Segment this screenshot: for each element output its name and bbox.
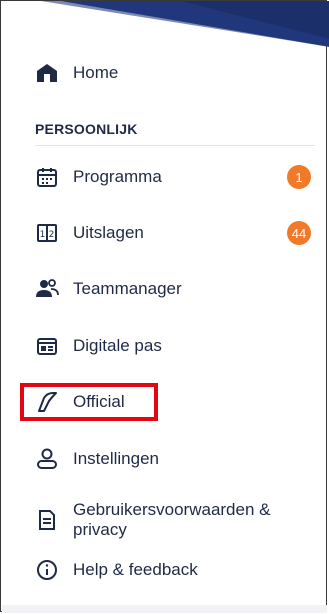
svg-text:1: 1 — [40, 230, 46, 240]
nav-item-label: Programma — [73, 167, 162, 186]
nav-item-label: Gebruikersvoorwaarden & privacy — [73, 500, 271, 539]
nav-item-help-feedback[interactable]: Help & feedback — [35, 550, 325, 590]
highlight-box — [20, 383, 158, 421]
calendar-icon — [35, 165, 59, 189]
nav-item-teammanager[interactable]: Teammanager — [35, 269, 325, 309]
nav-item-label: Home — [73, 63, 119, 82]
navigation-drawer: Home PERSOONLIJK Programma 1 1 2 Uitslag… — [0, 0, 329, 613]
info-icon — [35, 558, 59, 582]
nav-item-label: Instellingen — [73, 449, 160, 468]
count-badge: 1 — [287, 165, 311, 189]
bottom-strip — [2, 605, 327, 613]
nav-item-terms-privacy[interactable]: Gebruikersvoorwaarden & privacy — [35, 493, 325, 547]
count-badge: 44 — [287, 221, 311, 245]
section-divider — [35, 145, 315, 146]
team-icon — [35, 277, 59, 301]
nav-item-label: Help & feedback — [73, 560, 198, 579]
nav-item-label: Uitslagen — [73, 223, 144, 242]
header-banner — [41, 1, 329, 47]
nav-item-instellingen[interactable]: Instellingen — [35, 439, 325, 479]
scoreboard-icon: 1 2 — [35, 221, 59, 245]
nav-item-label: Teammanager — [73, 279, 182, 298]
home-icon — [35, 61, 59, 85]
section-title: PERSOONLIJK — [35, 121, 138, 137]
id-card-icon — [35, 334, 59, 358]
svg-text:2: 2 — [49, 230, 55, 240]
nav-item-label: Digitale pas — [73, 336, 162, 355]
document-icon — [35, 508, 59, 532]
nav-item-programma[interactable]: Programma 1 — [35, 157, 325, 197]
user-settings-icon — [35, 447, 59, 471]
nav-item-home[interactable]: Home — [35, 53, 325, 93]
nav-item-uitslagen[interactable]: 1 2 Uitslagen 44 — [35, 213, 325, 253]
nav-item-digitale-pas[interactable]: Digitale pas — [35, 326, 325, 366]
